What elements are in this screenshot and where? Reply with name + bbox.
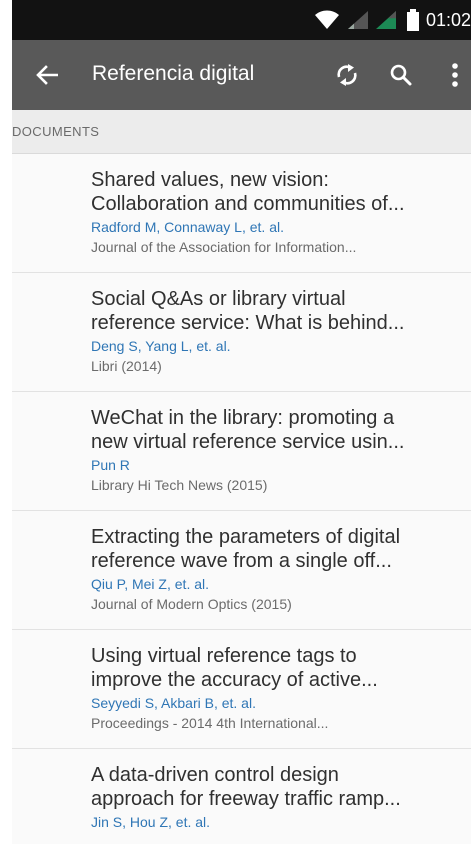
more-vert-icon xyxy=(452,63,458,87)
section-header-label: DOCUMENTS xyxy=(12,124,100,139)
refresh-icon xyxy=(337,64,357,86)
back-button[interactable] xyxy=(30,58,64,92)
battery-icon xyxy=(406,9,419,31)
list-item[interactable]: Shared values, new vision: Collaboration… xyxy=(12,154,471,273)
document-title: Social Q&As or library virtual xyxy=(91,288,346,310)
status-icons: 01:02 xyxy=(314,0,471,40)
document-list: Shared values, new vision: Collaboration… xyxy=(12,154,471,844)
documents-section-header: DOCUMENTS xyxy=(12,110,471,154)
document-title: improve the accuracy of active... xyxy=(91,669,378,691)
app-screen: 01:02 Referencia digital DOCUMENTS Share… xyxy=(0,0,471,844)
list-item[interactable]: WeChat in the library: promoting a new v… xyxy=(12,392,471,511)
document-source: Library Hi Tech News (2015) xyxy=(91,477,268,493)
document-title: approach for freeway traffic ramp... xyxy=(91,788,401,810)
app-bar: Referencia digital xyxy=(12,40,471,110)
document-authors: Jin S, Hou Z, et. al. xyxy=(91,814,211,830)
document-title: WeChat in the library: promoting a xyxy=(91,407,395,429)
document-title: Collaboration and communities of... xyxy=(91,193,405,215)
document-source: Journal of the Association for Informati… xyxy=(91,239,357,255)
app-title: Referencia digital xyxy=(92,62,255,85)
list-item[interactable]: A data-driven control design approach fo… xyxy=(12,749,471,844)
more-options-button[interactable] xyxy=(438,58,471,92)
document-authors: Pun R xyxy=(91,457,130,473)
arrow-left-icon xyxy=(36,65,58,85)
refresh-button[interactable] xyxy=(330,58,364,92)
document-source: Libri (2014) xyxy=(91,358,162,374)
document-title: new virtual reference service usin... xyxy=(91,431,405,453)
document-source: Journal of Modern Optics (2015) xyxy=(91,596,292,612)
document-title: Using virtual reference tags to xyxy=(91,645,357,667)
wifi-icon xyxy=(314,10,339,29)
document-authors: Radford M, Connaway L, et. al. xyxy=(91,219,284,235)
search-icon xyxy=(390,64,412,86)
document-title: A data-driven control design xyxy=(91,764,339,786)
signal-weak-icon xyxy=(347,11,368,29)
status-time: 01:02 xyxy=(425,9,471,30)
document-authors: Qiu P, Mei Z, et. al. xyxy=(91,576,210,592)
status-bar: 01:02 xyxy=(12,0,471,40)
list-item[interactable]: Extracting the parameters of digital ref… xyxy=(12,511,471,630)
screen-edge xyxy=(0,0,12,844)
document-source: Proceedings - 2014 4th International... xyxy=(91,715,329,731)
list-item[interactable]: Social Q&As or library virtual reference… xyxy=(12,273,471,392)
document-title: Extracting the parameters of digital xyxy=(91,526,401,548)
search-button[interactable] xyxy=(384,58,418,92)
document-title: reference service: What is behind... xyxy=(91,312,405,334)
document-authors: Deng S, Yang L, et. al. xyxy=(91,338,231,354)
signal-strong-icon xyxy=(375,11,396,29)
document-authors: Seyyedi S, Akbari B, et. al. xyxy=(91,695,256,711)
document-title: Shared values, new vision: xyxy=(91,169,329,191)
list-item[interactable]: Using virtual reference tags to improve … xyxy=(12,630,471,749)
document-title: reference wave from a single off... xyxy=(91,550,392,572)
